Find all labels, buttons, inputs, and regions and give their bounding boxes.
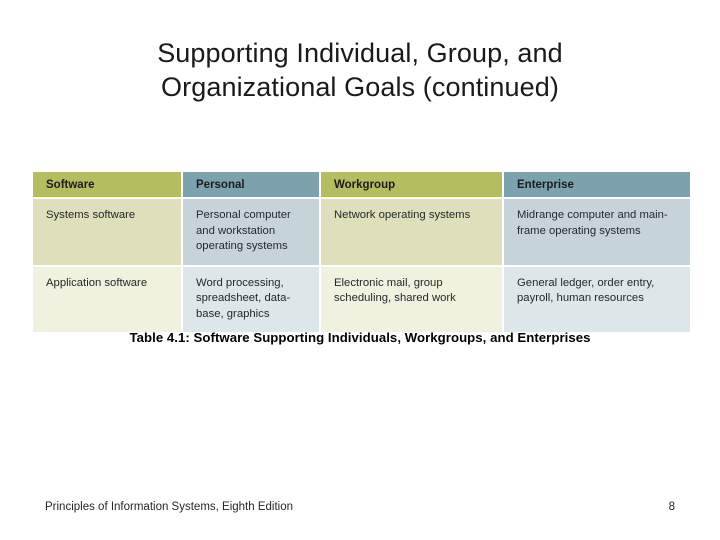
software-table: Software Personal Workgroup Enterprise S… [33,172,690,332]
footer-page-number: 8 [668,501,675,513]
slide-footer: Principles of Information Systems, Eight… [45,501,675,513]
cell-personal-applications: Word processing, spreadsheet, data-base,… [182,265,321,332]
column-header-enterprise: Enterprise [503,172,690,199]
software-table-container: Software Personal Workgroup Enterprise S… [33,172,690,332]
table-row: Systems software Personal computer and w… [33,198,690,267]
cell-enterprise-systems: Midrange computer and main-frame operati… [503,198,690,267]
table-header: Software Personal Workgroup Enterprise [33,172,690,199]
footer-source-text: Principles of Information Systems, Eight… [45,501,294,513]
column-header-workgroup: Workgroup [320,172,504,199]
column-header-software: Software [33,172,183,199]
cell-personal-systems: Personal computer and workstation operat… [182,198,321,267]
table-header-row: Software Personal Workgroup Enterprise [33,172,690,199]
table-row: Application software Word processing, sp… [33,265,690,332]
table-caption: Table 4.1: Software Supporting Individua… [129,330,591,345]
cell-workgroup-systems: Network operating systems [320,198,504,267]
cell-workgroup-applications: Electronic mail, group scheduling, share… [320,265,504,332]
table-body: Systems software Personal computer and w… [33,198,690,332]
cell-systems-software: Systems software [33,198,183,267]
cell-application-software: Application software [33,265,183,332]
column-header-personal: Personal [182,172,321,199]
cell-enterprise-applications: General ledger, order entry, payroll, hu… [503,265,690,332]
page-title-line-1: Supporting Individual, Group, and [157,38,563,68]
page-title-line-2: Organizational Goals (continued) [161,72,559,102]
page-title: Supporting Individual, Group, and Organi… [0,36,720,104]
